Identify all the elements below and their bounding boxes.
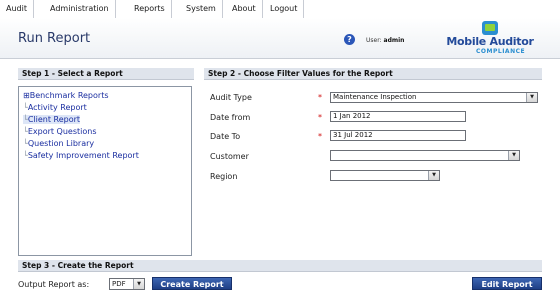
menu-audit[interactable]: Audit [0,0,34,18]
chevron-down-icon[interactable]: ▼ [508,151,519,160]
tree-item-label: Question Library [27,139,95,148]
audit-type-value: Maintenance Inspection [333,93,417,101]
step3-header: Step 3 - Create the Report [18,260,542,272]
edit-report-button[interactable]: Edit Report [472,277,542,290]
date-from-label: Date from [210,113,251,122]
step1-header: Step 1 - Select a Report [18,68,194,80]
create-report-button[interactable]: Create Report [152,277,232,290]
required-marker: * [318,93,322,102]
customer-label: Customer [210,152,249,161]
chevron-down-icon[interactable]: ▼ [526,93,537,102]
audit-type-select[interactable]: Maintenance Inspection ▼ [330,92,538,103]
date-to-input[interactable]: 31 Jul 2012 [330,130,466,141]
tree-item-export-questions[interactable]: └Export Questions [23,127,97,136]
menu-about[interactable]: About [226,0,263,18]
output-format-value: PDF [112,280,126,288]
menu-logout[interactable]: Logout [264,0,305,18]
menu-reports[interactable]: Reports [128,0,172,18]
page-title: Run Report [18,31,91,46]
top-menu: Audit Administration Reports System Abou… [0,0,560,18]
help-icon[interactable]: ? [344,34,355,45]
tree-item-safety-improvement-report[interactable]: └Safety Improvement Report [23,151,139,160]
date-from-input[interactable]: 1 Jan 2012 [330,111,466,122]
chevron-down-icon[interactable]: ▼ [428,171,439,180]
plus-box-icon[interactable]: ⊞ [23,91,30,100]
chevron-down-icon[interactable]: ▼ [133,279,144,289]
menu-administration[interactable]: Administration [44,0,116,18]
tree-item-activity-report[interactable]: └Activity Report [23,103,87,112]
logo: Mobile Auditor COMPLIANCE [436,21,544,59]
region-select[interactable]: ▼ [330,170,440,181]
customer-select[interactable]: ▼ [330,150,520,161]
logo-subtitle: COMPLIANCE [476,48,526,55]
audit-type-label: Audit Type [210,93,252,102]
required-marker: * [318,113,322,122]
user-info: User: admin [366,37,404,44]
tree-item-label: Benchmark Reports [29,91,109,100]
menu-system[interactable]: System [180,0,223,18]
report-tree[interactable]: ⊞Benchmark Reports └Activity Report └Cli… [18,86,192,256]
tree-item-label: Export Questions [27,127,97,136]
tree-item-label: Activity Report [27,103,87,112]
date-to-label: Date To [210,132,241,141]
tree-item-label: Client Report [27,115,81,124]
user-label: User: [366,37,382,44]
tree-item-label: Safety Improvement Report [27,151,139,160]
page-header: Run Report ? User: admin Mobile Auditor … [0,18,560,59]
tree-item-question-library[interactable]: └Question Library [23,139,94,148]
tree-item-client-report[interactable]: └Client Report [23,115,81,124]
logo-title: Mobile Auditor [446,35,534,48]
region-label: Region [210,172,238,181]
required-marker: * [318,132,322,141]
user-name: admin [383,37,405,44]
step2-header: Step 2 - Choose Filter Values for the Re… [204,68,542,80]
output-format-select[interactable]: PDF ▼ [109,278,145,290]
tree-item-benchmark-reports[interactable]: ⊞Benchmark Reports [23,91,109,100]
logo-icon [482,21,498,35]
output-format-label: Output Report as: [18,280,90,289]
